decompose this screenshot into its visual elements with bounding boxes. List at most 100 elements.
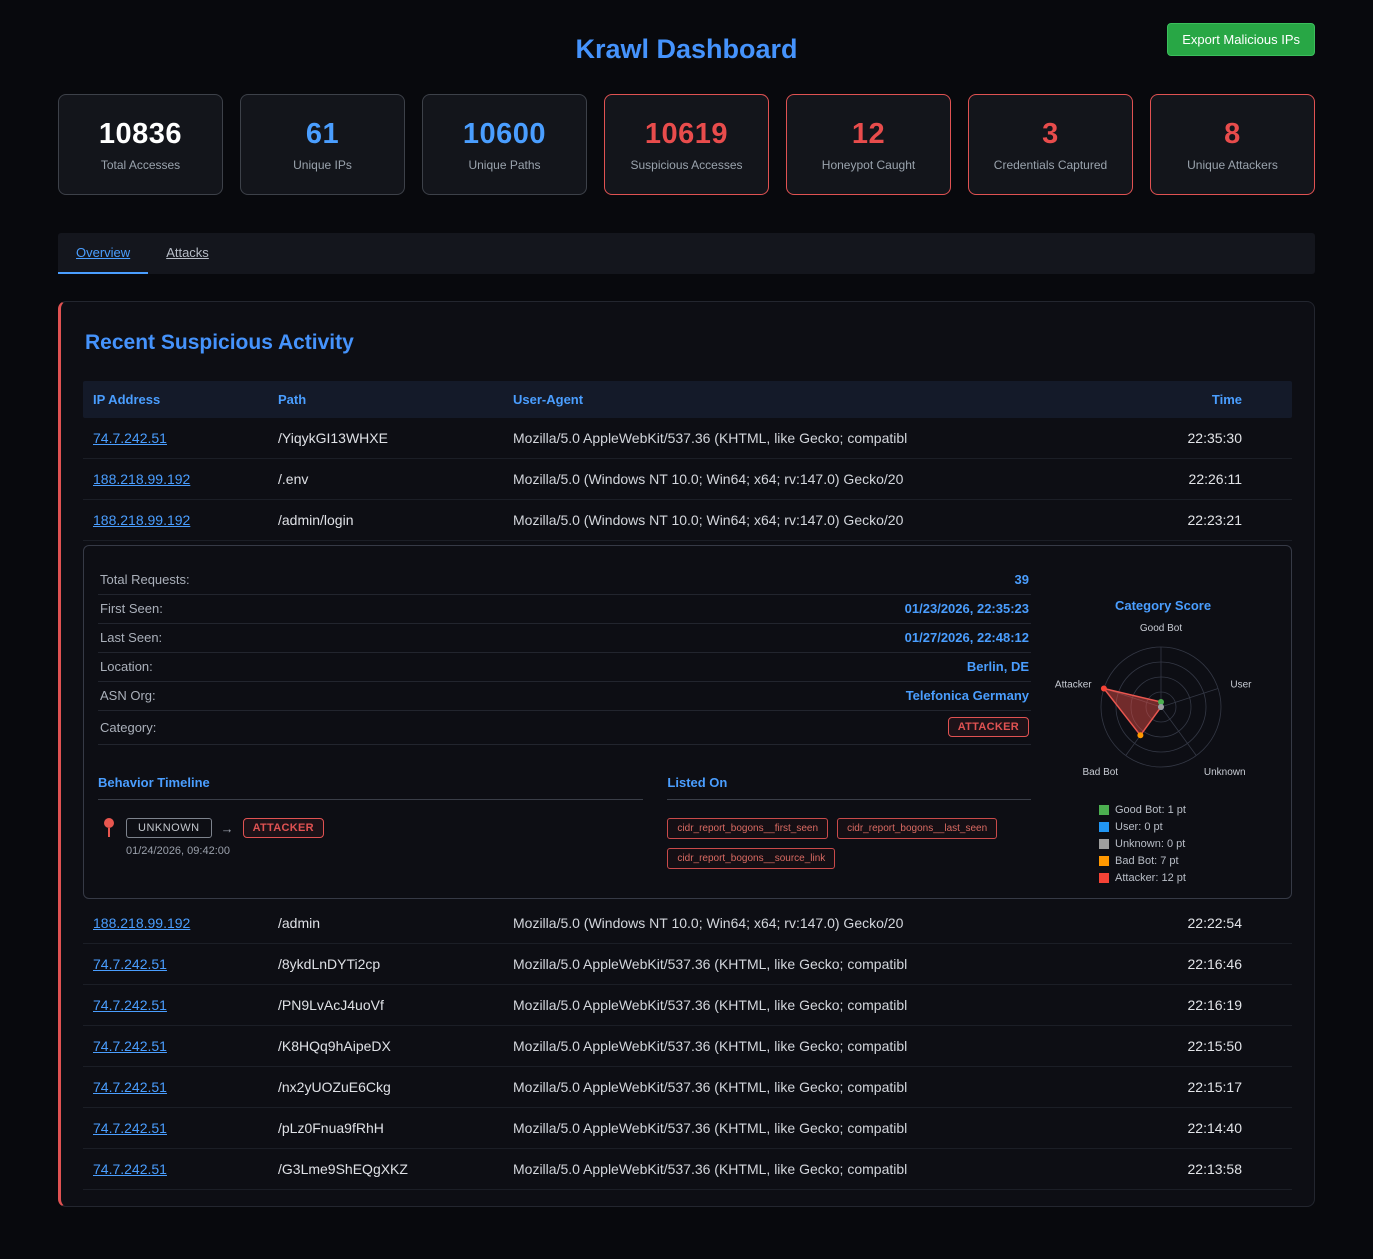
legend-item: User: 0 pt bbox=[1099, 821, 1186, 833]
stat-label: Credentials Captured bbox=[994, 158, 1107, 172]
svg-text:Unknown: Unknown bbox=[1204, 767, 1246, 778]
legend-swatch-icon bbox=[1099, 839, 1109, 849]
legend-label: Attacker: 12 pt bbox=[1115, 872, 1186, 884]
ip-detail-fields-section: Total Requests: 39 First Seen: 01/23/202… bbox=[98, 560, 1031, 884]
time-cell: 22:14:40 bbox=[1137, 1108, 1292, 1148]
user-agent-cell: Mozilla/5.0 AppleWebKit/537.36 (KHTML, l… bbox=[503, 1067, 1137, 1107]
detail-field-value: 01/23/2026, 22:35:23 bbox=[905, 601, 1029, 616]
table-row[interactable]: 188.218.99.192 /.env Mozilla/5.0 (Window… bbox=[83, 459, 1292, 500]
ip-link[interactable]: 188.218.99.192 bbox=[83, 903, 268, 943]
legend-label: Good Bot: 1 pt bbox=[1115, 804, 1186, 816]
ip-link[interactable]: 188.218.99.192 bbox=[83, 459, 268, 499]
path-cell: /8ykdLnDYTi2cp bbox=[268, 944, 503, 984]
legend-item: Bad Bot: 7 pt bbox=[1099, 855, 1186, 867]
table-row[interactable]: 74.7.242.51 /pLz0Fnua9fRhH Mozilla/5.0 A… bbox=[83, 1108, 1292, 1149]
time-cell: 22:16:46 bbox=[1137, 944, 1292, 984]
ip-link[interactable]: 74.7.242.51 bbox=[83, 1108, 268, 1148]
detail-field-row: Total Requests: 39 bbox=[98, 566, 1031, 595]
path-cell: /K8HQq9hAipeDX bbox=[268, 1026, 503, 1066]
stat-label: Honeypot Caught bbox=[822, 158, 915, 172]
legend-item: Attacker: 12 pt bbox=[1099, 872, 1186, 884]
stat-card-unique-ips: 61 Unique IPs bbox=[240, 94, 405, 195]
ip-link[interactable]: 74.7.242.51 bbox=[83, 418, 268, 458]
user-agent-cell: Mozilla/5.0 AppleWebKit/537.36 (KHTML, l… bbox=[503, 418, 1137, 458]
table-rows-after-detail: 188.218.99.192 /admin Mozilla/5.0 (Windo… bbox=[83, 903, 1292, 1190]
detail-field-row: Location: Berlin, DE bbox=[98, 653, 1031, 682]
legend-label: User: 0 pt bbox=[1115, 821, 1163, 833]
listed-on-badge[interactable]: cidr_report_bogons__source_link bbox=[667, 848, 835, 869]
ip-link[interactable]: 74.7.242.51 bbox=[83, 1026, 268, 1066]
stat-label: Unique Paths bbox=[468, 158, 540, 172]
legend-swatch-icon bbox=[1099, 805, 1109, 815]
legend-label: Bad Bot: 7 pt bbox=[1115, 855, 1179, 867]
tab-attacks[interactable]: Attacks bbox=[148, 233, 227, 274]
path-cell: /admin/login bbox=[268, 500, 503, 540]
header: Krawl Dashboard Export Malicious IPs bbox=[58, 18, 1315, 80]
stat-value: 12 bbox=[852, 118, 885, 151]
section-divider bbox=[667, 799, 1031, 800]
svg-text:Bad Bot: Bad Bot bbox=[1083, 767, 1119, 778]
ip-link[interactable]: 74.7.242.51 bbox=[83, 985, 268, 1025]
behavior-timeline-section: Behavior Timeline UNKNOWN → ATTACKER bbox=[98, 775, 643, 869]
listed-on-badge[interactable]: cidr_report_bogons__first_seen bbox=[667, 818, 828, 839]
ip-link[interactable]: 74.7.242.51 bbox=[83, 944, 268, 984]
stat-value: 10836 bbox=[99, 118, 182, 151]
detail-field-value: 39 bbox=[1015, 572, 1029, 587]
legend-swatch-icon bbox=[1099, 822, 1109, 832]
behavior-timeline-title: Behavior Timeline bbox=[98, 775, 643, 790]
detail-field-value: Berlin, DE bbox=[967, 659, 1029, 674]
detail-field-row: ASN Org: Telefonica Germany bbox=[98, 682, 1031, 711]
stat-label: Suspicious Accesses bbox=[630, 158, 742, 172]
table-row[interactable]: 188.218.99.192 /admin/login Mozilla/5.0 … bbox=[83, 500, 1292, 541]
ip-link[interactable]: 188.218.99.192 bbox=[83, 500, 268, 540]
table-row[interactable]: 188.218.99.192 /admin Mozilla/5.0 (Windo… bbox=[83, 903, 1292, 944]
page-title: Krawl Dashboard bbox=[575, 34, 797, 65]
table-row[interactable]: 74.7.242.51 /YiqykGI13WHXE Mozilla/5.0 A… bbox=[83, 418, 1292, 459]
user-agent-cell: Mozilla/5.0 (Windows NT 10.0; Win64; x64… bbox=[503, 500, 1137, 540]
time-cell: 22:13:58 bbox=[1137, 1149, 1292, 1189]
radar-legend: Good Bot: 1 ptUser: 0 ptUnknown: 0 ptBad… bbox=[1049, 804, 1186, 884]
user-agent-cell: Mozilla/5.0 AppleWebKit/537.36 (KHTML, l… bbox=[503, 944, 1137, 984]
table-row[interactable]: 74.7.242.51 /G3Lme9ShEQgXKZ Mozilla/5.0 … bbox=[83, 1149, 1292, 1190]
time-cell: 22:15:50 bbox=[1137, 1026, 1292, 1066]
timeline-to-badge: ATTACKER bbox=[243, 818, 324, 838]
user-agent-cell: Mozilla/5.0 AppleWebKit/537.36 (KHTML, l… bbox=[503, 1026, 1137, 1066]
legend-item: Good Bot: 1 pt bbox=[1099, 804, 1186, 816]
user-agent-cell: Mozilla/5.0 (Windows NT 10.0; Win64; x64… bbox=[503, 459, 1137, 499]
table-row[interactable]: 74.7.242.51 /nx2yUOZuE6Ckg Mozilla/5.0 A… bbox=[83, 1067, 1292, 1108]
ip-link[interactable]: 74.7.242.51 bbox=[83, 1067, 268, 1107]
legend-swatch-icon bbox=[1099, 873, 1109, 883]
table-row[interactable]: 74.7.242.51 /PN9LvAcJ4uoVf Mozilla/5.0 A… bbox=[83, 985, 1292, 1026]
user-agent-cell: Mozilla/5.0 (Windows NT 10.0; Win64; x64… bbox=[503, 903, 1137, 943]
listed-on-badge[interactable]: cidr_report_bogons__last_seen bbox=[837, 818, 997, 839]
detail-field-row: First Seen: 01/23/2026, 22:35:23 bbox=[98, 595, 1031, 624]
user-agent-cell: Mozilla/5.0 AppleWebKit/537.36 (KHTML, l… bbox=[503, 1149, 1137, 1189]
time-cell: 22:23:21 bbox=[1137, 500, 1292, 540]
column-header-path: Path bbox=[268, 381, 503, 418]
stats-row: 10836 Total Accesses 61 Unique IPs 10600… bbox=[58, 94, 1315, 195]
stat-value: 10600 bbox=[463, 118, 546, 151]
svg-text:Attacker: Attacker bbox=[1055, 679, 1092, 690]
tab-overview[interactable]: Overview bbox=[58, 233, 148, 274]
stat-card-credentials-captured: 3 Credentials Captured bbox=[968, 94, 1133, 195]
path-cell: /pLz0Fnua9fRhH bbox=[268, 1108, 503, 1148]
category-score-title: Category Score bbox=[1115, 598, 1211, 613]
table-header-row: IP AddressPathUser-AgentTime bbox=[83, 381, 1292, 418]
stat-label: Total Accesses bbox=[101, 158, 180, 172]
time-cell: 22:26:11 bbox=[1137, 459, 1292, 499]
stat-card-total-accesses: 10836 Total Accesses bbox=[58, 94, 223, 195]
ip-link[interactable]: 74.7.242.51 bbox=[83, 1149, 268, 1189]
legend-swatch-icon bbox=[1099, 856, 1109, 866]
timeline-entry: UNKNOWN → ATTACKER 01/24/2026, 09:42:00 bbox=[98, 818, 643, 857]
stat-card-suspicious-accesses: 10619 Suspicious Accesses bbox=[604, 94, 769, 195]
table-row[interactable]: 74.7.242.51 /8ykdLnDYTi2cp Mozilla/5.0 A… bbox=[83, 944, 1292, 985]
export-malicious-ips-button[interactable]: Export Malicious IPs bbox=[1167, 23, 1315, 56]
listed-on-title: Listed On bbox=[667, 775, 1031, 790]
detail-field-label: Location: bbox=[100, 659, 153, 674]
detail-field-value: 01/27/2026, 22:48:12 bbox=[905, 630, 1029, 645]
detail-field-label: Category: bbox=[100, 720, 156, 735]
category-score-radar-chart: Good BotUserUnknownBad BotAttacker bbox=[1028, 615, 1298, 790]
user-agent-cell: Mozilla/5.0 AppleWebKit/537.36 (KHTML, l… bbox=[503, 1108, 1137, 1148]
table-row[interactable]: 74.7.242.51 /K8HQq9hAipeDX Mozilla/5.0 A… bbox=[83, 1026, 1292, 1067]
time-cell: 22:35:30 bbox=[1137, 418, 1292, 458]
